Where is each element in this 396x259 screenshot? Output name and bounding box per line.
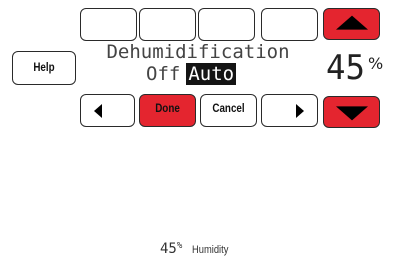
arrow-left-icon: [94, 103, 102, 118]
mode-title: Dehumidification: [106, 41, 290, 63]
next-button[interactable]: [261, 94, 318, 127]
humidity-status: 45% Humidity: [160, 238, 235, 257]
previous-button[interactable]: [80, 94, 135, 127]
option-off[interactable]: Off: [146, 63, 180, 85]
setpoint-value: 45: [326, 48, 365, 88]
increase-button[interactable]: [323, 8, 380, 40]
humidity-label: Humidity: [191, 244, 229, 256]
mode-options: Off Auto: [146, 63, 237, 86]
top-button-4[interactable]: [261, 8, 318, 41]
option-auto-selected[interactable]: Auto: [186, 63, 237, 85]
triangle-up-icon: [335, 15, 368, 30]
cancel-button-label: Cancel: [212, 101, 245, 115]
top-button-2[interactable]: [139, 8, 196, 41]
humidity-value: 45: [160, 241, 177, 257]
thermostat-screen: Help Dehumidification Off Auto 45 % Done …: [0, 0, 396, 259]
help-button-label: Help: [33, 60, 55, 74]
triangle-down-icon: [335, 106, 368, 121]
decrease-button[interactable]: [323, 96, 380, 128]
top-button-3[interactable]: [198, 8, 255, 41]
done-button[interactable]: Done: [139, 94, 196, 127]
humidity-unit: %: [176, 241, 183, 251]
help-button[interactable]: Help: [12, 51, 76, 85]
arrow-right-icon: [296, 103, 304, 118]
top-button-1[interactable]: [80, 8, 137, 41]
setpoint-unit: %: [368, 54, 384, 73]
cancel-button[interactable]: Cancel: [200, 94, 257, 127]
done-button-label: Done: [155, 101, 180, 115]
